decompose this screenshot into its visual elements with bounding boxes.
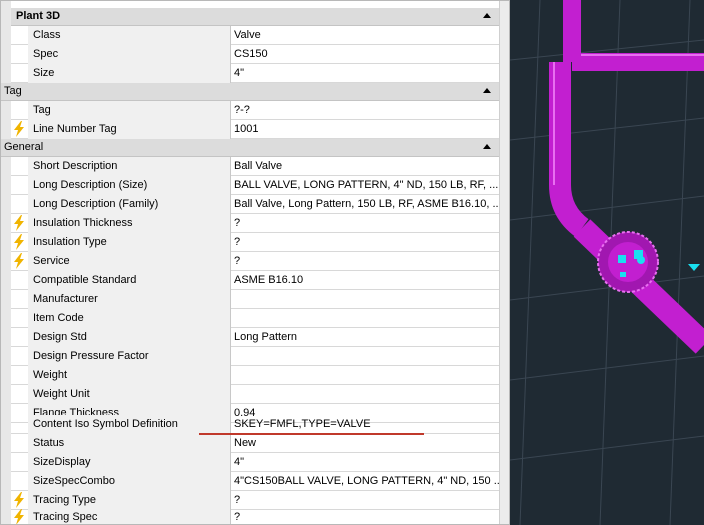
properties-palette: Plant 3D Class Valve Spec CS150 Size 4" … bbox=[0, 0, 510, 525]
property-value: ? bbox=[234, 255, 241, 267]
property-name: Line Number Tag bbox=[33, 123, 117, 135]
property-name: Service bbox=[33, 255, 70, 267]
lightning-bolt-icon bbox=[14, 121, 24, 137]
property-name: Insulation Thickness bbox=[33, 217, 133, 229]
property-row-design-std[interactable]: Design Std Long Pattern bbox=[11, 328, 499, 347]
property-row-spec[interactable]: Spec CS150 bbox=[11, 45, 499, 64]
lightning-bolt-icon bbox=[14, 234, 24, 250]
property-row-tag[interactable]: Tag ?-? bbox=[11, 101, 499, 120]
property-value: ? bbox=[234, 494, 241, 506]
property-value: ? bbox=[234, 511, 241, 523]
highlight-underline bbox=[199, 433, 424, 435]
property-value: Ball Valve bbox=[234, 160, 283, 172]
property-row-service[interactable]: Service ? bbox=[11, 252, 499, 271]
property-name: Status bbox=[33, 437, 65, 449]
lightning-bolt-icon bbox=[14, 509, 24, 525]
property-name: Item Code bbox=[33, 312, 84, 324]
property-row-insulation-thickness[interactable]: Insulation Thickness ? bbox=[11, 214, 499, 233]
category-label: Plant 3D bbox=[16, 10, 61, 22]
category-tag[interactable]: Tag bbox=[0, 83, 499, 101]
property-row-sizedisplay[interactable]: SizeDisplay 4" bbox=[11, 453, 499, 472]
scrollbar[interactable] bbox=[499, 0, 510, 525]
property-name: Tracing Type bbox=[33, 494, 96, 506]
property-value: BALL VALVE, LONG PATTERN, 4" ND, 150 LB,… bbox=[234, 179, 499, 191]
pipe-model bbox=[510, 0, 704, 525]
property-value: CS150 bbox=[234, 48, 268, 60]
chevron-up-icon[interactable] bbox=[483, 144, 491, 149]
property-row-line-number-tag[interactable]: Line Number Tag 1001 bbox=[11, 120, 499, 139]
property-row-compatible-standard[interactable]: Compatible Standard ASME B16.10 bbox=[11, 271, 499, 290]
property-row-size[interactable]: Size 4" bbox=[11, 64, 499, 83]
category-label: Tag bbox=[4, 85, 22, 97]
property-value: New bbox=[234, 437, 257, 449]
property-name: SizeDisplay bbox=[33, 456, 91, 468]
property-name: Short Description bbox=[33, 160, 118, 172]
property-name: Compatible Standard bbox=[33, 274, 137, 286]
chevron-up-icon[interactable] bbox=[483, 13, 491, 18]
property-name: Manufacturer bbox=[33, 293, 98, 305]
property-name: Content Iso Symbol Definition bbox=[33, 418, 178, 430]
property-name: SizeSpecCombo bbox=[33, 475, 115, 487]
lightning-bolt-icon bbox=[14, 253, 24, 269]
lightning-bolt-icon bbox=[14, 215, 24, 231]
property-value: ASME B16.10 bbox=[234, 274, 304, 286]
property-value: SKEY=FMFL,TYPE=VALVE bbox=[234, 418, 371, 430]
property-row-long-description-family[interactable]: Long Description (Family) Ball Valve, Lo… bbox=[11, 195, 499, 214]
property-value: Valve bbox=[234, 29, 261, 41]
property-row-content-iso-symbol-definition[interactable]: Content Iso Symbol Definition SKEY=FMFL,… bbox=[11, 415, 499, 434]
property-name: Design Std bbox=[33, 331, 87, 343]
property-name: Long Description (Family) bbox=[33, 198, 159, 210]
property-row-manufacturer[interactable]: Manufacturer bbox=[11, 290, 499, 309]
pipe-segment-vertical bbox=[549, 62, 589, 237]
property-value: 1001 bbox=[234, 123, 259, 135]
property-name: Insulation Type bbox=[33, 236, 107, 248]
property-row-status[interactable]: Status New bbox=[11, 434, 499, 453]
category-general[interactable]: General bbox=[0, 139, 499, 157]
property-value: Long Pattern bbox=[234, 331, 297, 343]
category-plant-3d[interactable]: Plant 3D bbox=[11, 8, 499, 26]
grip-arrow-icon[interactable] bbox=[688, 264, 700, 271]
lightning-bolt-icon bbox=[14, 492, 24, 508]
property-value: ? bbox=[234, 236, 241, 248]
property-name: Spec bbox=[33, 48, 59, 60]
property-row-item-code[interactable]: Item Code bbox=[11, 309, 499, 328]
property-row-weight[interactable]: Weight bbox=[11, 366, 499, 385]
property-name: Design Pressure Factor bbox=[33, 350, 149, 362]
category-label: General bbox=[4, 141, 44, 153]
property-name: Tracing Spec bbox=[33, 511, 98, 523]
property-value: 4"CS150BALL VALVE, LONG PATTERN, 4" ND, … bbox=[234, 475, 499, 487]
property-row-design-pressure-factor[interactable]: Design Pressure Factor bbox=[11, 347, 499, 366]
property-row-weight-unit[interactable]: Weight Unit bbox=[11, 385, 499, 404]
property-value: ? bbox=[234, 217, 241, 229]
property-name: Weight bbox=[33, 369, 68, 381]
property-value: ?-? bbox=[234, 104, 250, 116]
property-name: Size bbox=[33, 67, 55, 79]
property-row-tracing-spec[interactable]: Tracing Spec ? bbox=[11, 508, 499, 525]
property-name: Tag bbox=[33, 104, 51, 116]
model-viewport[interactable] bbox=[510, 0, 704, 525]
property-name: Weight Unit bbox=[33, 388, 90, 400]
property-row-insulation-type[interactable]: Insulation Type ? bbox=[11, 233, 499, 252]
property-row-class[interactable]: Class Valve bbox=[11, 26, 499, 45]
property-value: 4" bbox=[234, 456, 245, 468]
property-row-long-description-size[interactable]: Long Description (Size) BALL VALVE, LONG… bbox=[11, 176, 499, 195]
property-name: Long Description (Size) bbox=[33, 179, 148, 191]
property-row-sizespeccombo[interactable]: SizeSpecCombo 4"CS150BALL VALVE, LONG PA… bbox=[11, 472, 499, 491]
chevron-up-icon[interactable] bbox=[483, 88, 491, 93]
property-value: Ball Valve, Long Pattern, 150 LB, RF, AS… bbox=[234, 198, 499, 210]
property-name: Class bbox=[33, 29, 61, 41]
property-row-short-description[interactable]: Short Description Ball Valve bbox=[11, 157, 499, 176]
property-value: 4" bbox=[234, 67, 245, 79]
palette-gutter bbox=[0, 0, 11, 525]
valve-marker bbox=[618, 255, 626, 263]
